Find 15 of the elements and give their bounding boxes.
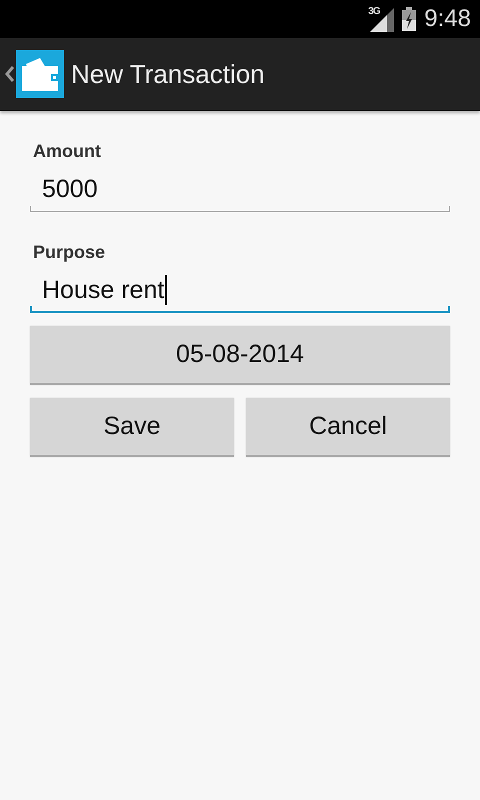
network-type: 3G <box>368 6 380 17</box>
text-cursor <box>165 275 167 305</box>
input-field[interactable]: House rent <box>30 269 450 313</box>
clock: 9:48 <box>424 5 471 33</box>
cancel-button[interactable]: Cancel <box>246 398 450 457</box>
save-button[interactable]: Save <box>30 398 234 457</box>
input-field[interactable]: 5000 <box>30 168 450 212</box>
battery-icon <box>402 7 416 31</box>
screen-title: New Transaction <box>71 58 265 90</box>
signal-icon <box>370 6 394 32</box>
field-label: Purpose <box>33 242 106 264</box>
field-label: Amount <box>33 141 102 163</box>
wallet-icon[interactable] <box>16 50 64 98</box>
back-caret-icon[interactable] <box>5 66 14 82</box>
date-button[interactable]: 05-08-2014 <box>30 326 450 385</box>
